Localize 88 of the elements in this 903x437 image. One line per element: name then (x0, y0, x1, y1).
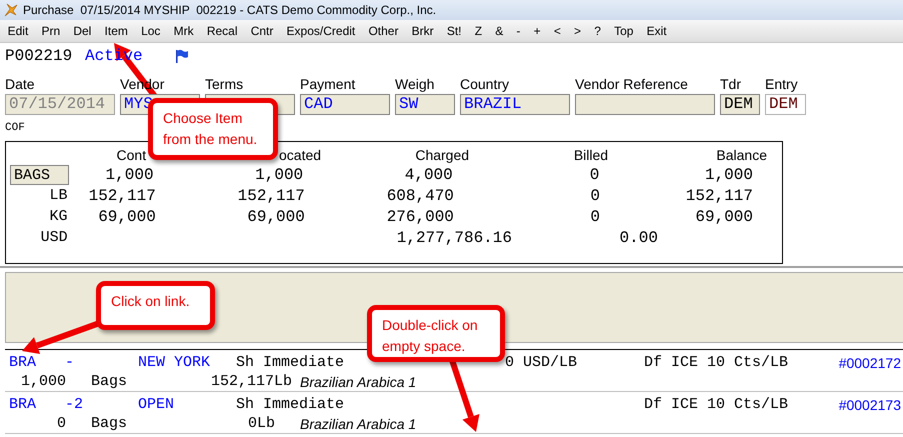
summary-value: 152,117 (686, 186, 753, 204)
menu-item[interactable]: Item (98, 24, 134, 38)
grade-link[interactable]: BRA (9, 396, 36, 413)
unit-field[interactable]: BAGS (10, 164, 69, 184)
menu-item[interactable]: Expos/Credit (280, 24, 362, 38)
field-label: Terms (205, 76, 244, 94)
contract-number: P002219 (5, 47, 74, 65)
summary-value: 152,117 (88, 186, 156, 204)
quantity-text: 0 (56, 415, 66, 432)
menu-item[interactable]: Exit (640, 24, 674, 38)
location-link[interactable]: OPEN (138, 396, 174, 413)
menu-item[interactable]: < (547, 24, 568, 38)
field-label: Vendor Reference (575, 76, 689, 94)
menu-item[interactable]: Z (468, 24, 489, 38)
field-label: Tdr (720, 76, 742, 94)
unit-label: USD (40, 229, 68, 246)
field-label: Date (5, 76, 36, 94)
item-number-link[interactable]: #0002173 (838, 396, 903, 412)
weight-text: 152,117Lb (211, 373, 292, 390)
field-label: Entry (765, 76, 799, 94)
summary-value: 0.00 (620, 228, 658, 246)
menu-item[interactable]: Edit (1, 24, 35, 38)
summary-value: 69,000 (695, 208, 753, 226)
menu-item[interactable]: Recal (200, 24, 244, 38)
column-header: ocated (279, 147, 322, 163)
item-link[interactable]: - (65, 354, 74, 371)
summary-value: 1,000 (255, 166, 304, 184)
summary-value: 1,000 (106, 166, 154, 184)
menu-item[interactable]: & (488, 24, 510, 38)
menu-item[interactable]: Loc (134, 24, 168, 38)
timing-text: Immediate (263, 396, 344, 413)
summary-value: 0 (590, 186, 600, 204)
ship-code: Sh (236, 354, 254, 371)
menu-item[interactable]: St! (440, 24, 468, 38)
field-label: Country (460, 76, 510, 94)
price-text: 0 USD/LB (505, 354, 578, 371)
futures-text: Df ICE 10 Cts/LB (644, 396, 788, 413)
description-text: Brazilian Arabica 1 (300, 374, 416, 390)
menu-item[interactable]: > (567, 24, 588, 38)
summary-value: 69,000 (98, 208, 156, 226)
column-header: Billed (574, 147, 608, 163)
input-field[interactable]: DEM (720, 94, 760, 115)
column-header: Balance (716, 147, 767, 163)
input-field[interactable]: DEM (765, 94, 806, 115)
menu-item[interactable]: Top (608, 24, 640, 38)
callout-tooltip: Click on link. (96, 281, 215, 330)
item-link[interactable]: -2 (65, 396, 84, 413)
summary-value: 1,277,786.16 (396, 228, 512, 246)
menu-item[interactable]: + (527, 24, 548, 38)
location-link[interactable]: NEW YORK (138, 354, 210, 371)
summary-value: 69,000 (247, 208, 305, 226)
summary-value: 4,000 (404, 166, 453, 184)
menu-item[interactable]: Brkr (405, 24, 440, 38)
menu-item[interactable]: Del (66, 24, 98, 38)
column-header: Cont (116, 147, 146, 163)
commodity-code: COF (5, 121, 26, 136)
input-field[interactable]: CAD (300, 94, 390, 115)
unit-label: LB (48, 187, 68, 204)
menu-item[interactable]: Prn (34, 24, 67, 38)
window-title: Purchase 07/15/2014 MYSHIP 002219 - CATS Demo Commodity Corp., Inc. (23, 3, 436, 17)
input-field[interactable]: BRAZIL (460, 94, 570, 115)
menu-item[interactable]: Other (362, 24, 406, 38)
field-label: Payment (300, 76, 356, 94)
item-number-link[interactable]: #0002172 (838, 354, 903, 370)
summary-value: 0 (590, 166, 600, 184)
weight-text: 0Lb (248, 415, 275, 432)
description-text: Brazilian Arabica 1 (300, 416, 416, 432)
menu-item[interactable]: Cntr (244, 24, 280, 38)
summary-value: 608,470 (386, 186, 454, 204)
menu-item[interactable]: ? (588, 24, 608, 38)
ship-code: Sh (236, 396, 254, 413)
field-label: Weigh (395, 76, 436, 94)
summary-value: 0 (590, 208, 600, 226)
grade-link[interactable]: BRA (9, 354, 36, 371)
timing-text: Immediate (263, 354, 344, 371)
quantity-text: 1,000 (20, 373, 66, 390)
callout-tooltip: Double-click on empty space. (367, 305, 505, 362)
menu-item[interactable]: Mrk (167, 24, 200, 38)
input-field[interactable]: SW (395, 94, 455, 115)
column-header: Charged (415, 147, 470, 163)
futures-text: Df ICE 10 Cts/LB (644, 354, 788, 371)
unit-text: Bags (91, 415, 128, 432)
menu-item[interactable]: - (510, 24, 528, 38)
summary-value: 1,000 (704, 166, 753, 184)
summary-value: 276,000 (386, 208, 454, 226)
unit-text: Bags (91, 373, 128, 390)
unit-label: KG (48, 208, 68, 225)
summary-value: 152,117 (238, 186, 305, 204)
